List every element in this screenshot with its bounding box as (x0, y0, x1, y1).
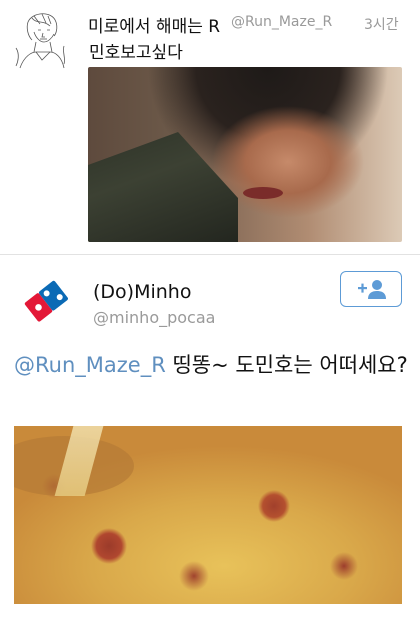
tweet-photo[interactable] (88, 67, 402, 242)
display-name[interactable]: 미로에서 해매는 R (88, 12, 220, 37)
follow-button[interactable] (340, 271, 402, 307)
tweet-body: 띵똥~ 도민호는 어떠세요? (165, 353, 408, 377)
dominos-logo-icon (24, 280, 68, 322)
avatar[interactable] (14, 8, 68, 74)
user-handle[interactable]: @Run_Maze_R (231, 14, 332, 30)
timeline: 미로에서 해매는 R @Run_Maze_R 3시간 민호보고싶다 (Do)Mi… (0, 0, 420, 621)
dominos-logo-avatar[interactable] (20, 275, 74, 329)
tweet-text: @Run_Maze_R 띵똥~ 도민호는 어떠세요? (14, 350, 414, 380)
user-handle[interactable]: @minho_pocaa (93, 308, 215, 327)
photo-face-detail (243, 187, 283, 199)
timestamp: 3시간 (364, 17, 399, 33)
sketch-portrait-icon (14, 8, 68, 74)
display-name[interactable]: (Do)Minho (93, 281, 191, 303)
tweet-photo[interactable] (14, 426, 402, 604)
add-user-icon (358, 280, 386, 299)
tweet-text: 민호보고싶다 (89, 43, 183, 63)
tweet-card[interactable]: 미로에서 해매는 R @Run_Maze_R 3시간 민호보고싶다 (0, 0, 420, 252)
tweet-divider (0, 254, 420, 255)
mention-link[interactable]: @Run_Maze_R (14, 353, 166, 377)
photo-shirt-shape (88, 132, 238, 242)
